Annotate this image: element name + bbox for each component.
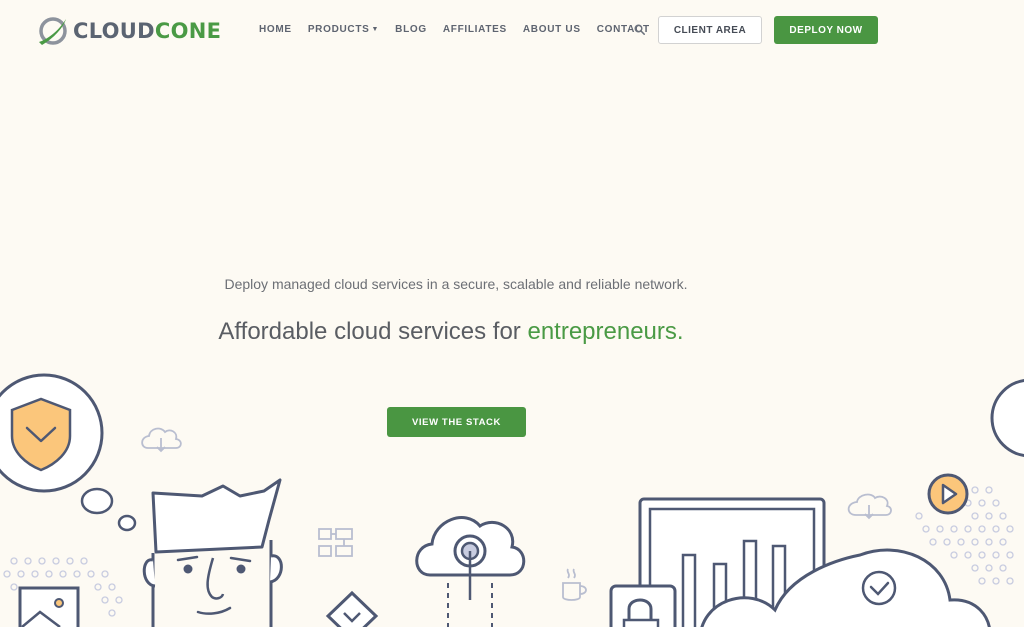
view-the-stack-button[interactable]: VIEW THE STACK bbox=[387, 407, 526, 437]
cloud-download-small-icon bbox=[847, 493, 892, 520]
padlock-icon bbox=[609, 584, 677, 627]
hero-illustration bbox=[0, 373, 1024, 627]
flowchart-icon bbox=[318, 528, 353, 557]
person-face-icon bbox=[142, 478, 283, 627]
play-icon bbox=[927, 473, 969, 515]
diamond-icon bbox=[325, 590, 379, 627]
image-icon bbox=[18, 586, 80, 627]
cloud-upload-icon bbox=[415, 516, 526, 627]
cloud-download-icon bbox=[141, 427, 182, 453]
shield-icon bbox=[0, 373, 104, 493]
thought-bubble-icon bbox=[80, 487, 137, 532]
edge-bubble-icon bbox=[990, 378, 1024, 458]
coffee-cup-icon bbox=[562, 568, 587, 601]
